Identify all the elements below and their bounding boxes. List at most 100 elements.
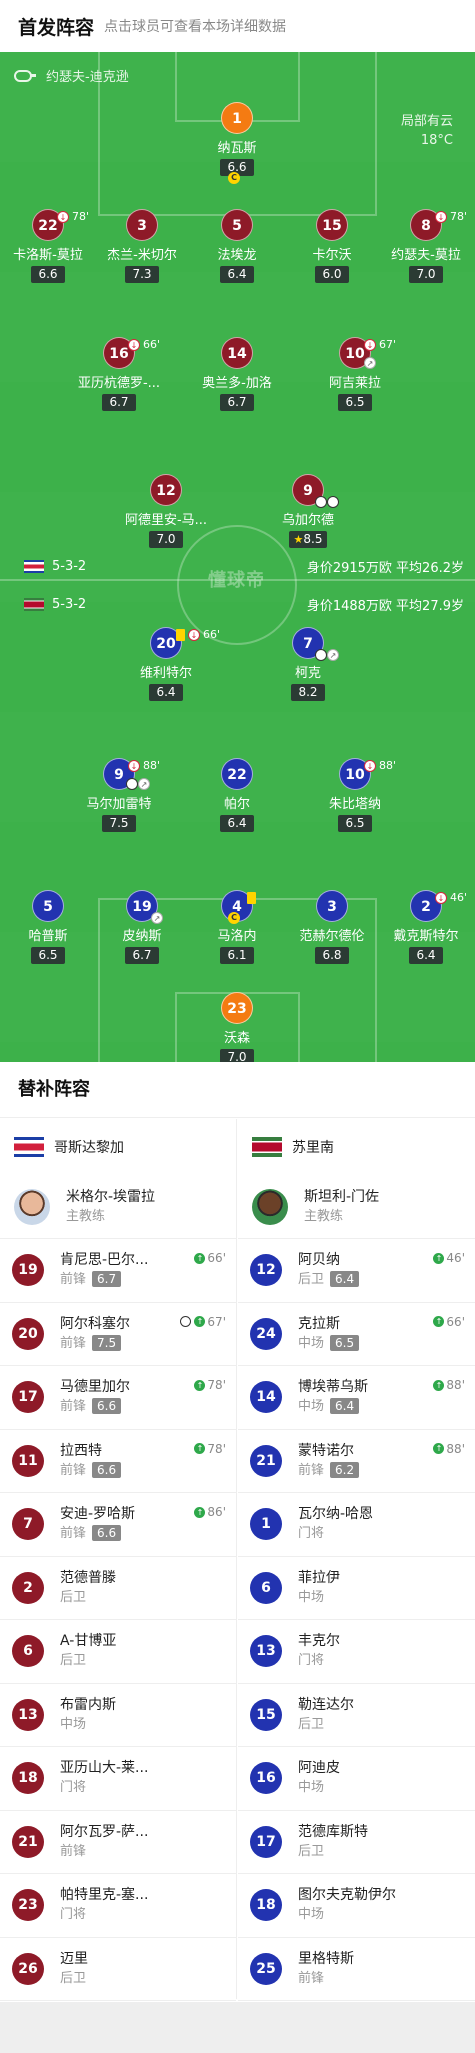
sub-time: 46' bbox=[446, 1251, 465, 1265]
sub-player-row[interactable]: 21 阿尔瓦罗-萨... 前锋 bbox=[0, 1811, 236, 1874]
player-away-7[interactable]: 7 ↗ 柯克 8.2 bbox=[248, 627, 368, 701]
away-team-bar: 5-3-2 身价1488万欧 平均27.9岁 bbox=[24, 594, 464, 614]
sub-in-icon: ↑ bbox=[194, 1443, 206, 1454]
sub-player-row[interactable]: 1 瓦尔纳-哈恩 门将 bbox=[238, 1493, 475, 1557]
goal-icon bbox=[315, 496, 327, 508]
player-number: 13 bbox=[250, 1635, 282, 1668]
sub-player-row[interactable]: 11 拉西特 前锋 6.6 ↑ 78' bbox=[0, 1430, 236, 1493]
substitutes-section: 替补阵容 哥斯达黎加 米格尔-埃雷拉 主教练 19 肯尼思-巴尔... 前锋 6.7 ↑… bbox=[0, 1062, 475, 2002]
coach-role: 主教练 bbox=[66, 1208, 106, 1224]
costa-rica-flag-icon bbox=[14, 1137, 44, 1157]
sub-player-row[interactable]: 23 帕特里克-塞... 门将 bbox=[0, 1874, 236, 1938]
player-rating: 7.0 bbox=[149, 531, 183, 548]
sub-player-row[interactable]: 6 A-甘博亚 后卫 bbox=[0, 1620, 236, 1684]
sub-player-row[interactable]: 17 范德库斯特 后卫 bbox=[238, 1811, 475, 1874]
away-subs-column: 苏里南 斯坦利-门佐 主教练 12 阿贝纳 后卫 6.4 ↑ 46' 24 克拉斯 中场 6.5 ↑… bbox=[238, 1119, 475, 2001]
player-home-14[interactable]: 14 奥兰多-加洛 6.7 bbox=[177, 337, 297, 411]
sub-time: 88' bbox=[379, 759, 397, 772]
sub-time: 88' bbox=[446, 1378, 465, 1392]
player-number: 23 bbox=[221, 992, 253, 1024]
player-rating: 6.4 bbox=[409, 947, 443, 964]
sub-in-time: ↑ 66' bbox=[194, 1251, 226, 1265]
sub-in-icon: ↑ bbox=[433, 1316, 445, 1327]
player-home-9[interactable]: 9 乌加尔德 ★8.5 bbox=[248, 474, 368, 548]
yellow-card-icon bbox=[247, 892, 256, 904]
sub-player-row[interactable]: 7 安迪-罗哈斯 前锋 6.6 ↑ 86' bbox=[0, 1493, 236, 1557]
sub-player-row[interactable]: 16 阿迪皮 中场 bbox=[238, 1747, 475, 1811]
sub-player-row[interactable]: 18 图尔夫克勒伊尔 中场 bbox=[238, 1874, 475, 1938]
whistle-icon bbox=[14, 69, 36, 82]
player-away-20[interactable]: 20 ↓ 66' 维利特尔 6.4 bbox=[106, 627, 226, 701]
player-name: 肯尼思-巴尔... bbox=[60, 1252, 149, 1269]
sub-player-row[interactable]: 21 蒙特诺尔 前锋 6.2 ↑ 88' bbox=[238, 1430, 475, 1493]
rating-value: 8.5 bbox=[303, 532, 323, 546]
sub-player-row[interactable]: 12 阿贝纳 后卫 6.4 ↑ 46' bbox=[238, 1239, 475, 1303]
player-home-10[interactable]: 10 ↓ ↗ 67' 阿吉莱拉 6.5 bbox=[295, 337, 415, 411]
sub-player-row[interactable]: 17 马德里加尔 前锋 6.6 ↑ 78' bbox=[0, 1366, 236, 1430]
player-rating: 8.2 bbox=[291, 684, 325, 701]
sub-player-row[interactable]: 13 布雷内斯 中场 bbox=[0, 1684, 236, 1747]
sub-player-row[interactable]: 19 肯尼思-巴尔... 前锋 6.7 ↑ 66' bbox=[0, 1239, 236, 1303]
player-name: 博埃蒂乌斯 bbox=[298, 1379, 368, 1396]
player-home-8[interactable]: 8 ↓ 78' 约瑟夫-莫拉 7.0 bbox=[366, 209, 475, 283]
player-rating: 6.4 bbox=[220, 266, 254, 283]
star-icon: ★ bbox=[293, 533, 304, 546]
player-number: 3 bbox=[126, 209, 158, 241]
sub-out-icon: ↓ bbox=[364, 339, 376, 351]
player-rating: 6.5 bbox=[31, 947, 65, 964]
player-rating: ★8.5 bbox=[288, 531, 328, 548]
pitch: 约瑟夫-迪克逊 局部有云 18°C 懂球帝 1 C 纳瓦斯 6.6 22 ↓ 7… bbox=[0, 52, 475, 1062]
player-name: 阿德里安-马... bbox=[124, 513, 208, 528]
player-position: 前锋 bbox=[60, 1462, 87, 1478]
player-home-1[interactable]: 1 C 纳瓦斯 6.6 bbox=[177, 102, 297, 184]
player-name: 帕尔 bbox=[223, 797, 250, 812]
home-team-stats: 身价2915万欧 平均26.2岁 bbox=[306, 560, 464, 576]
player-number: 7 bbox=[12, 1508, 44, 1541]
player-away-10[interactable]: 10 ↓ 88' 朱比塔纳 6.5 bbox=[295, 758, 415, 832]
player-rating: 7.5 bbox=[92, 1334, 122, 1351]
player-away-22[interactable]: 22 帕尔 6.4 bbox=[177, 758, 297, 832]
sub-player-row[interactable]: 25 里格特斯 前锋 bbox=[238, 1938, 475, 2001]
coach-name: 米格尔-埃雷拉 bbox=[66, 1188, 156, 1205]
home-formation: 5-3-2 bbox=[52, 558, 87, 574]
home-coach[interactable]: 米格尔-埃雷拉 主教练 bbox=[0, 1175, 236, 1239]
lineup-hint: 点击球员可查看本场详细数据 bbox=[104, 19, 287, 35]
sub-in-icon: ↑ bbox=[433, 1379, 445, 1391]
goal-icon bbox=[180, 1316, 192, 1327]
player-rating: 7.3 bbox=[125, 266, 159, 283]
player-name: 亚历杭德罗-... bbox=[77, 376, 161, 391]
player-away-9[interactable]: 9 ↓ ↗ 88' 马尔加雷特 7.5 bbox=[59, 758, 179, 832]
player-home-16[interactable]: 16 ↓ 66' 亚历杭德罗-... 6.7 bbox=[59, 337, 179, 411]
sub-player-row[interactable]: 6 菲拉伊 中场 bbox=[238, 1557, 475, 1620]
sub-time: 67' bbox=[207, 1314, 226, 1329]
sub-player-row[interactable]: 24 克拉斯 中场 6.5 ↑ 66' bbox=[238, 1303, 475, 1366]
player-away-23[interactable]: 23 沃森 7.0 bbox=[177, 992, 297, 1062]
substitutes-title: 替补阵容 bbox=[0, 1062, 475, 1118]
player-away-2[interactable]: 2 ↓ 46' 戴克斯特尔 6.4 bbox=[366, 890, 475, 964]
player-position: 前锋 bbox=[60, 1843, 87, 1859]
sub-in-time: ↑ 88' bbox=[433, 1442, 465, 1456]
player-number: 3 bbox=[316, 890, 348, 922]
sub-player-row[interactable]: 15 勒连达尔 后卫 bbox=[238, 1684, 475, 1747]
costa-rica-flag-icon bbox=[24, 559, 44, 573]
player-name: 约瑟夫-莫拉 bbox=[391, 248, 461, 263]
away-team-stats: 身价1488万欧 平均27.9岁 bbox=[306, 598, 464, 614]
player-name: 奥兰多-加洛 bbox=[202, 376, 272, 391]
referee-row: 约瑟夫-迪克逊 bbox=[14, 66, 129, 85]
sub-in-icon: ↑ bbox=[433, 1252, 445, 1264]
player-number: 20 bbox=[12, 1317, 44, 1350]
sub-player-row[interactable]: 2 范德普滕 后卫 bbox=[0, 1557, 236, 1620]
sub-player-row[interactable]: 26 迈里 后卫 bbox=[0, 1938, 236, 2001]
sub-player-row[interactable]: 20 阿尔科塞尔 前锋 7.5 ↑ 67' bbox=[0, 1303, 236, 1366]
player-name: 阿迪皮 bbox=[298, 1760, 340, 1777]
player-position: 后卫 bbox=[60, 1653, 87, 1669]
player-number: 21 bbox=[250, 1444, 282, 1477]
sub-player-row[interactable]: 13 丰克尔 门将 bbox=[238, 1620, 475, 1684]
player-home-12[interactable]: 12 阿德里安-马... 7.0 bbox=[106, 474, 226, 548]
player-rating: 6.6 bbox=[92, 1461, 122, 1478]
away-coach[interactable]: 斯坦利-门佐 主教练 bbox=[238, 1175, 475, 1239]
yellow-card-icon bbox=[176, 629, 185, 641]
sub-player-row[interactable]: 18 亚历山大-莱... 门将 bbox=[0, 1747, 236, 1811]
sub-player-row[interactable]: 14 博埃蒂乌斯 中场 6.4 ↑ 88' bbox=[238, 1366, 475, 1430]
player-position: 中场 bbox=[60, 1716, 87, 1732]
